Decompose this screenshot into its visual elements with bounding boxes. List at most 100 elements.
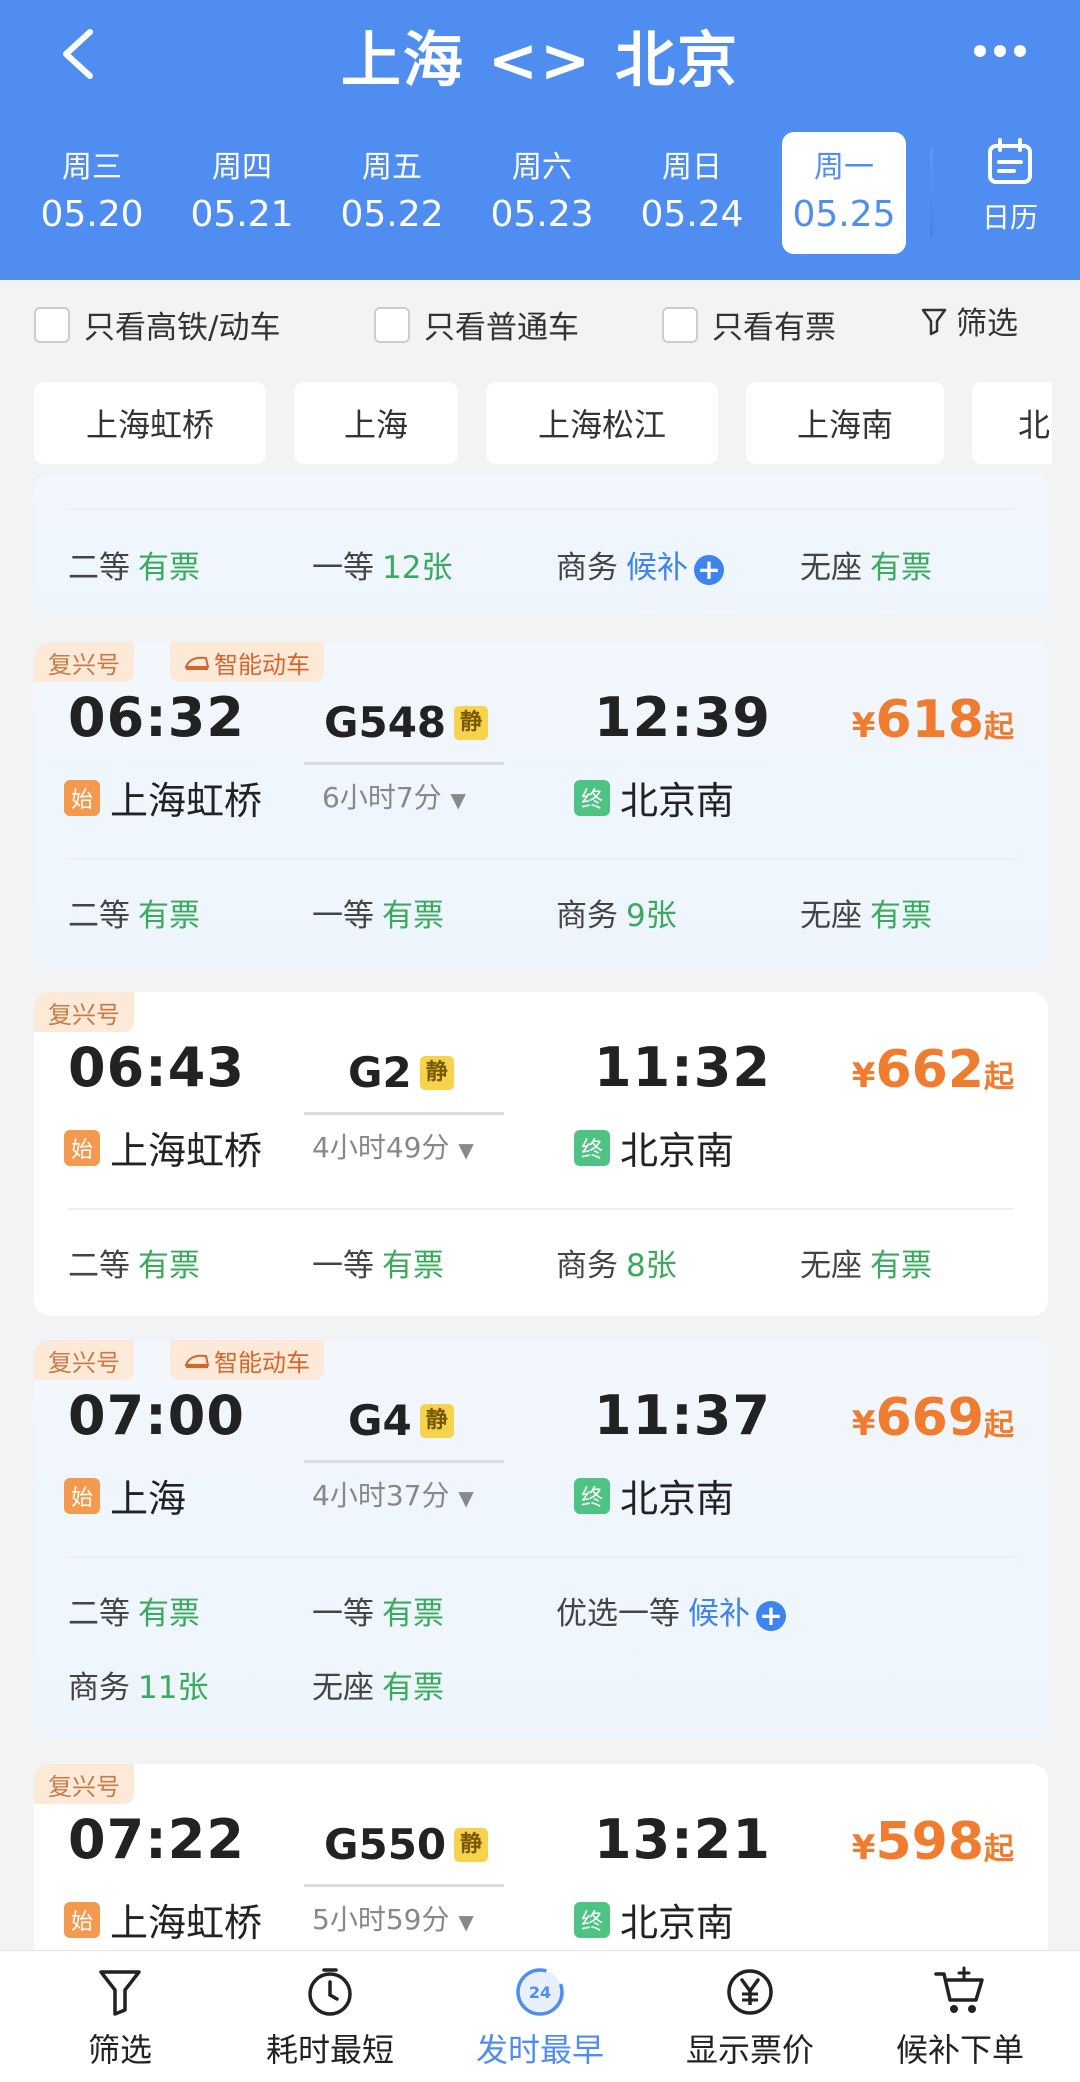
price-suffix: 起 [984, 710, 1014, 745]
destination-station: 终北京南 [574, 1892, 734, 1947]
arrival-time: 11:32 [594, 1036, 771, 1099]
seat-availability: 候补 [688, 1596, 750, 1632]
checkbox-label: 只看普通车 [424, 310, 579, 346]
more-dot-icon [974, 45, 986, 57]
station-pill[interactable]: 上海松江 [486, 382, 718, 464]
train-card[interactable]: 复兴号 06:43 G2 静 11:32 ¥662 起 始上海虹桥 4小时49分 ▼… [34, 992, 1048, 1316]
chevron-down-icon: ▼ [458, 1486, 474, 1510]
seat-availability: 有票 [382, 898, 444, 934]
date-tab[interactable]: 周五 05.22 [330, 132, 454, 254]
filter-icon [99, 1970, 141, 2016]
origin-station: 始上海虹桥 [64, 1120, 262, 1175]
duration[interactable]: 6小时7分 ▼ [322, 776, 466, 816]
date-tab[interactable]: 周六 05.23 [480, 132, 604, 254]
origin-station: 始上海虹桥 [64, 770, 262, 825]
price-currency: ¥ [851, 1056, 876, 1096]
seat-info: 二等 有票 [68, 542, 200, 587]
date-label: 05.25 [792, 194, 896, 235]
seat-type: 商务 [68, 1670, 130, 1706]
seat-info: 商务 11张 [68, 1662, 208, 1707]
nav-show-price[interactable]: 显示票价 [642, 1951, 858, 2082]
date-selector: 周三 05.20 周四 05.21 周五 05.22 周六 05.23 周日 05.24 … [0, 132, 1080, 254]
stopwatch-icon [308, 1968, 352, 2016]
end-tag: 终 [574, 1477, 610, 1514]
seat-info[interactable]: 商务 候补 + [556, 542, 724, 587]
funnel-icon [921, 308, 947, 335]
price-suffix: 起 [984, 1408, 1014, 1443]
station-pill[interactable]: 北 [972, 382, 1052, 464]
end-tag: 终 [574, 1129, 610, 1166]
filter-link[interactable]: 筛选 [920, 298, 1018, 343]
train-card-partial[interactable]: 二等 有票 一等 12张 商务 候补 + 无座 有票 [34, 474, 1048, 614]
nav-waitlist-order[interactable]: 候补下单 [852, 1951, 1068, 2082]
seat-info: 二等 有票 [68, 1588, 200, 1633]
available-only-checkbox[interactable]: 只看有票 [662, 302, 836, 347]
seat-availability: 有票 [382, 1248, 444, 1284]
destination-label: 北京南 [620, 1129, 735, 1173]
date-label: 05.24 [640, 194, 744, 235]
seat-info: 无座 有票 [312, 1662, 444, 1707]
seat-type: 优选一等 [556, 1596, 680, 1632]
checkbox-box [34, 306, 70, 343]
date-tab[interactable]: 周四 05.21 [180, 132, 304, 254]
seat-availability: 有票 [138, 550, 200, 586]
chevron-down-icon: ▼ [458, 1910, 474, 1934]
checkbox-box [662, 306, 698, 343]
date-tab[interactable]: 周三 05.20 [30, 132, 154, 254]
arrival-time: 11:37 [594, 1384, 771, 1447]
nav-earliest-departure[interactable]: 24 发时最早 [432, 1951, 648, 2082]
seat-info: 一等 有票 [312, 1240, 444, 1285]
seat-type: 无座 [800, 1248, 862, 1284]
train-icon [184, 1354, 210, 1368]
smart-train-label: 智能动车 [214, 650, 310, 679]
seat-type: 商务 [556, 1248, 618, 1284]
quiet-car-badge: 静 [419, 1055, 454, 1090]
price: ¥662 起 [852, 1040, 1014, 1100]
weekday-label: 周六 [512, 150, 572, 185]
seat-info: 二等 有票 [68, 1240, 200, 1285]
duration[interactable]: 4小时37分 ▼ [312, 1474, 474, 1514]
date-tab-selected[interactable]: 周一 05.25 [782, 132, 906, 254]
price-currency: ¥ [851, 706, 876, 746]
nav-shortest-duration[interactable]: 耗时最短 [222, 1951, 438, 2082]
train-card[interactable]: 复兴号 智能动车 07:00 G4 静 11:37 ¥669 起 始上海 4小时37… [34, 1340, 1048, 1738]
weekday-label: 周一 [814, 150, 874, 185]
seat-type: 一等 [312, 898, 374, 934]
more-options-button[interactable] [960, 26, 1040, 76]
quiet-car-badge: 静 [454, 1827, 489, 1862]
station-pill[interactable]: 上海虹桥 [34, 382, 266, 464]
train-icon [184, 656, 210, 670]
seat-availability: 有票 [138, 1248, 200, 1284]
station-pill[interactable]: 上海 [294, 382, 458, 464]
seat-info[interactable]: 优选一等 候补 + [556, 1588, 786, 1633]
cart-plus-icon [934, 1966, 984, 2013]
train-number-label: G2 [348, 1048, 412, 1097]
train-number-label: G548 [324, 698, 447, 747]
duration[interactable]: 4小时49分 ▼ [312, 1126, 474, 1166]
seat-info: 商务 9张 [556, 890, 677, 935]
train-card[interactable]: 复兴号 智能动车 06:32 G548 静 12:39 ¥618 起 始上海虹桥 6… [34, 642, 1048, 968]
quiet-car-badge: 静 [419, 1403, 454, 1438]
high-speed-only-checkbox[interactable]: 只看高铁/动车 [34, 302, 280, 347]
chevron-down-icon: ▼ [450, 788, 466, 812]
page-title: 上海 <> 北京 [340, 26, 740, 96]
duration[interactable]: 5小时59分 ▼ [312, 1898, 474, 1938]
calendar-button[interactable]: 日历 [960, 136, 1060, 246]
duration-label: 4小时49分 [312, 1131, 450, 1164]
calendar-label: 日历 [981, 201, 1038, 234]
normal-train-only-checkbox[interactable]: 只看普通车 [374, 302, 579, 347]
seat-availability: 有票 [870, 550, 932, 586]
seat-type: 无座 [800, 550, 862, 586]
station-pill[interactable]: 上海南 [746, 382, 944, 464]
train-card[interactable]: 复兴号 07:22 G550 静 13:21 ¥598 起 始上海虹桥 5小时59分… [34, 1764, 1048, 1964]
waitlist-plus-icon[interactable]: + [694, 554, 724, 585]
nav-label: 候补下单 [895, 2031, 1024, 2069]
date-tab[interactable]: 周日 05.24 [630, 132, 754, 254]
waitlist-plus-icon[interactable]: + [756, 1600, 786, 1631]
price-value: 618 [875, 690, 984, 750]
nav-filter[interactable]: 筛选 [12, 1951, 228, 2082]
smart-train-badge: 智能动车 [170, 1340, 324, 1380]
train-number: G550 静 [324, 1820, 489, 1869]
seat-type: 二等 [68, 1596, 130, 1632]
origin-label: 上海虹桥 [110, 1901, 263, 1945]
